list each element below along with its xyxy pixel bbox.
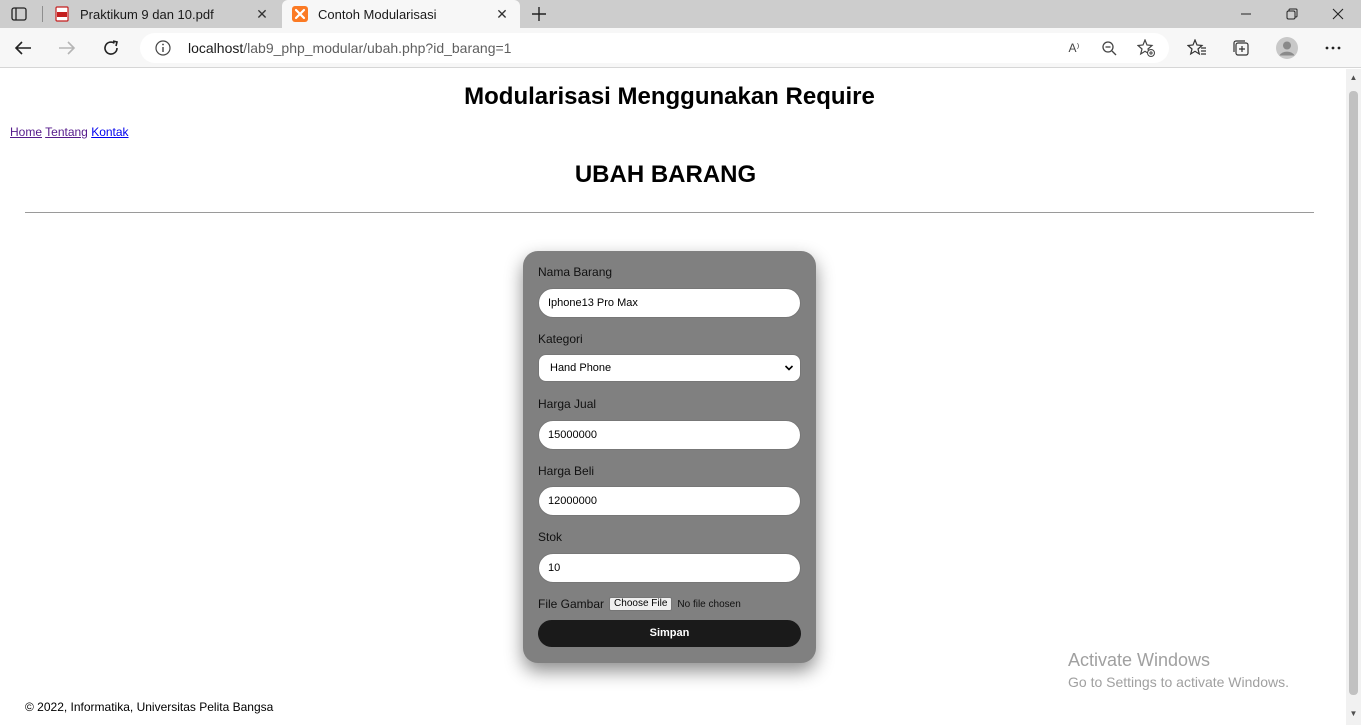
stok-label: Stok	[538, 530, 563, 544]
pdf-icon	[54, 6, 70, 22]
zoom-out-icon[interactable]	[1098, 37, 1120, 59]
kategori-selected-value: Hand Phone	[550, 362, 612, 374]
nama-barang-input[interactable]: Iphone13 Pro Max	[538, 288, 801, 318]
url-text[interactable]: localhost/lab9_php_modular/ubah.php?id_b…	[188, 40, 511, 56]
profile-avatar-icon[interactable]	[1273, 34, 1301, 62]
top-nav: Home Tentang Kontak	[10, 125, 129, 139]
stok-input[interactable]: 10	[538, 553, 801, 583]
close-window-icon[interactable]	[1315, 0, 1361, 28]
footer-text: © 2022, Informatika, Universitas Pelita …	[25, 700, 274, 714]
file-status: No file chosen	[677, 598, 741, 610]
address-bar[interactable]: localhost/lab9_php_modular/ubah.php?id_b…	[140, 33, 1169, 63]
harga-beli-input[interactable]: 12000000	[538, 486, 801, 516]
nav-link-home[interactable]: Home	[10, 125, 42, 139]
chevron-down-icon	[784, 355, 794, 392]
site-title: Modularisasi Menggunakan Require	[464, 83, 875, 110]
tab-title: Praktikum 9 dan 10.pdf	[80, 6, 214, 22]
simpan-button[interactable]: Simpan	[538, 620, 801, 647]
file-gambar-label: File Gambar	[538, 597, 605, 611]
new-tab-icon[interactable]	[528, 3, 550, 25]
minimize-icon[interactable]	[1223, 0, 1269, 28]
vertical-scrollbar[interactable]: ▲ ▼	[1346, 69, 1361, 725]
kategori-label: Kategori	[538, 332, 583, 346]
forward-arrow-icon[interactable]	[53, 34, 81, 62]
page-content: Modularisasi Menggunakan Require Home Te…	[0, 69, 1346, 725]
nav-link-tentang[interactable]: Tentang	[45, 125, 88, 139]
tab-pdf[interactable]: Praktikum 9 dan 10.pdf ✕	[44, 0, 280, 28]
kategori-select[interactable]: Hand Phone	[538, 354, 801, 382]
tab-title: Contoh Modularisasi	[318, 6, 437, 22]
harga-beli-label: Harga Beli	[538, 464, 595, 478]
refresh-icon[interactable]	[97, 34, 125, 62]
page-heading: UBAH BARANG	[574, 161, 757, 188]
more-menu-icon[interactable]	[1319, 34, 1347, 62]
nav-link-kontak[interactable]: Kontak	[91, 125, 128, 139]
scroll-down-arrow-icon[interactable]: ▼	[1346, 709, 1361, 721]
restore-icon[interactable]	[1269, 0, 1315, 28]
activate-windows-subtitle: Go to Settings to activate Windows.	[1068, 674, 1289, 690]
info-icon[interactable]	[154, 39, 172, 57]
tab-strip: Praktikum 9 dan 10.pdf ✕ Contoh Modulari…	[0, 0, 1361, 28]
back-arrow-icon[interactable]	[9, 34, 37, 62]
favorites-icon[interactable]	[1183, 34, 1211, 62]
harga-jual-input[interactable]: 15000000	[538, 420, 801, 450]
close-icon[interactable]: ✕	[492, 4, 512, 24]
url-path: /lab9_php_modular/ubah.php?id_barang=1	[243, 40, 512, 56]
tab-actions-icon[interactable]	[8, 4, 30, 24]
nama-barang-label: Nama Barang	[538, 265, 613, 279]
file-gambar-row: File Gambar Choose File No file chosen	[538, 597, 741, 611]
collections-icon[interactable]	[1227, 34, 1255, 62]
tab-modularisasi[interactable]: Contoh Modularisasi ✕	[282, 0, 520, 28]
add-favorite-icon[interactable]	[1135, 37, 1157, 59]
choose-file-button[interactable]: Choose File	[609, 597, 673, 611]
tab-separator	[42, 6, 43, 22]
browser-toolbar: localhost/lab9_php_modular/ubah.php?id_b…	[0, 28, 1361, 68]
edit-form: Nama Barang Iphone13 Pro Max Kategori Ha…	[523, 251, 816, 663]
divider	[25, 212, 1314, 213]
scroll-up-arrow-icon[interactable]: ▲	[1346, 73, 1361, 85]
close-icon[interactable]: ✕	[252, 4, 272, 24]
harga-jual-label: Harga Jual	[538, 397, 597, 411]
xampp-icon	[292, 6, 308, 22]
read-aloud-icon[interactable]: A⁾	[1063, 37, 1085, 59]
activate-windows-title: Activate Windows	[1068, 650, 1211, 670]
url-host: localhost	[188, 40, 244, 56]
scroll-thumb[interactable]	[1349, 91, 1358, 695]
